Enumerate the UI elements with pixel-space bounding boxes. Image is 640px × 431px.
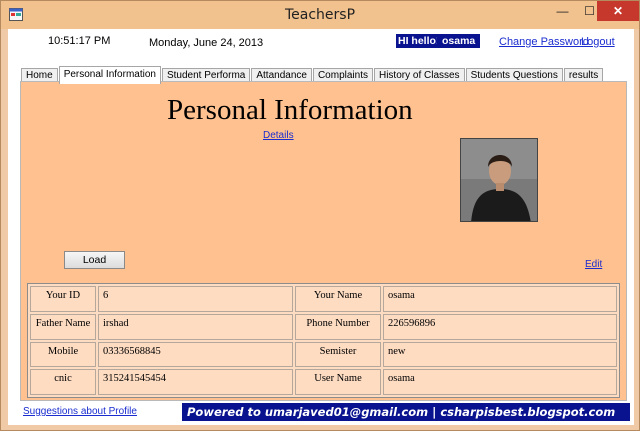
table-row: cnic 315241545454 User Name osama [30, 369, 617, 395]
mobile-label: Mobile [30, 341, 96, 368]
father-name-label: Father Name [30, 313, 96, 340]
clock-label: 10:51:17 PM [48, 35, 111, 47]
table-row: Father Name irshad Phone Number 22659689… [30, 313, 617, 340]
cnic-value: 315241545454 [98, 369, 293, 395]
window-title: TeachersP [284, 7, 356, 23]
page-title: Personal Information [167, 94, 413, 126]
profile-photo [460, 138, 538, 222]
load-button[interactable]: Load [64, 251, 125, 269]
table-row: Mobile 03336568845 Semister new [30, 341, 617, 368]
personal-info-table: Your ID 6 Your Name osama Father Name ir… [27, 283, 620, 398]
user-name-value: osama [383, 369, 617, 395]
user-name-label: User Name [295, 369, 381, 395]
close-button[interactable]: ✕ [597, 1, 639, 21]
change-password-link[interactable]: Change Password [499, 36, 589, 48]
semister-value: new [383, 341, 617, 368]
powered-by-banner: Powered to umarjaved01@gmail.com | cshar… [182, 403, 630, 421]
title-bar[interactable]: TeachersP — ☐ ✕ [1, 1, 639, 29]
your-name-value: osama [383, 286, 617, 312]
date-label: Monday, June 24, 2013 [149, 37, 264, 49]
person-photo-icon [461, 139, 537, 221]
details-link[interactable]: Details [263, 130, 294, 141]
mobile-value: 03336568845 [98, 341, 293, 368]
tab-personal-information[interactable]: Personal Information [58, 66, 161, 84]
phone-number-value: 226596896 [383, 313, 617, 340]
semister-label: Semister [295, 341, 381, 368]
cnic-label: cnic [30, 369, 96, 395]
form-client-area: 10:51:17 PM Monday, June 24, 2013 HI hel… [8, 29, 634, 425]
greeting-label: HI hello! [396, 34, 442, 48]
your-id-label: Your ID [30, 286, 96, 312]
table-row: Your ID 6 Your Name osama [30, 286, 617, 312]
edit-link[interactable]: Edit [585, 259, 602, 270]
minimize-button[interactable]: — [549, 1, 576, 21]
personal-information-panel: Personal Information Details Load Edit Y… [20, 81, 627, 401]
logout-link[interactable]: Logout [581, 36, 615, 48]
your-id-value: 6 [98, 286, 293, 312]
username-badge: osama [437, 34, 481, 48]
your-name-label: Your Name [295, 286, 381, 312]
phone-number-label: Phone Number [295, 313, 381, 340]
tab-strip: Home Personal Information Student Perfor… [21, 66, 604, 84]
suggestions-link[interactable]: Suggestions about Profile [23, 406, 137, 417]
father-name-value: irshad [98, 313, 293, 340]
app-window: TeachersP — ☐ ✕ 10:51:17 PM Monday, June… [0, 0, 640, 431]
